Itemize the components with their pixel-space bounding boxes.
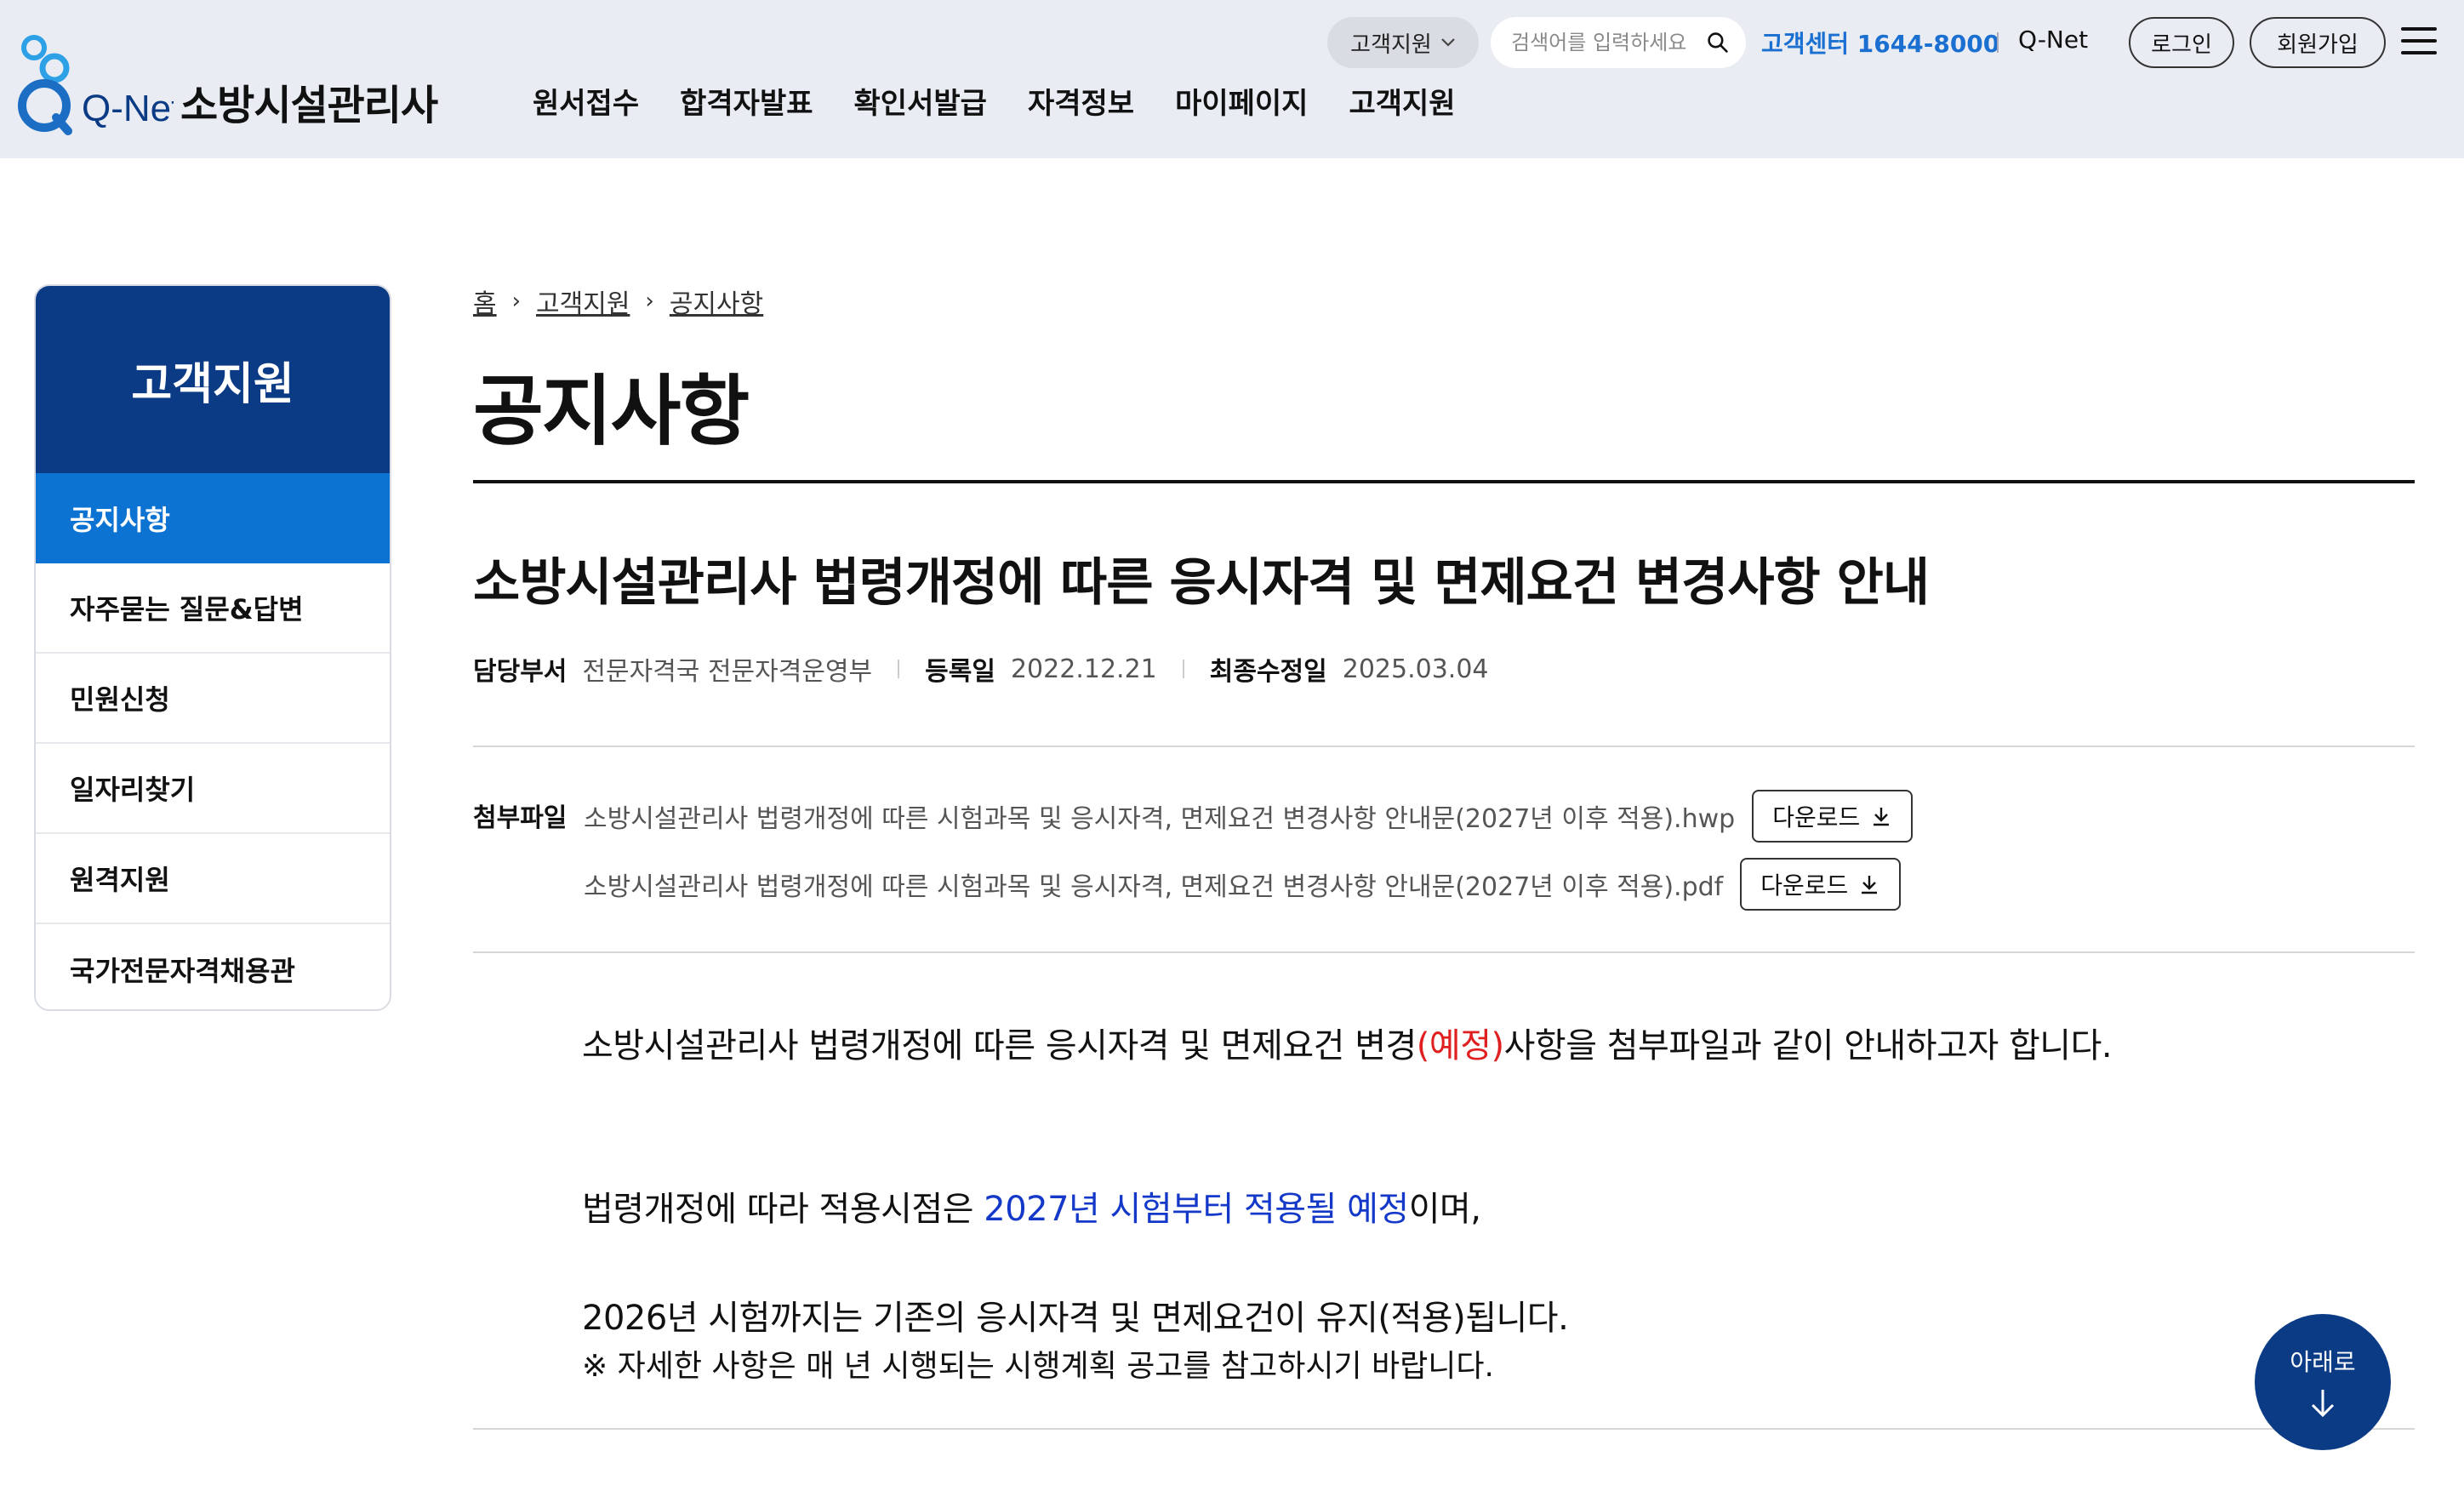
title-divider	[473, 480, 2415, 483]
logo-text: Q-Net	[82, 88, 174, 129]
attachment-divider-line	[473, 951, 2415, 953]
attachment-row: 소방시설관리사 법령개정에 따른 시험과목 및 응시자격, 면제요건 변경사항 …	[584, 858, 1902, 911]
download-button-label: 다운로드	[1772, 803, 1861, 831]
scroll-down-label: 아래로	[2290, 1348, 2356, 1376]
article-title: 소방시설관리사 법령개정에 따른 응시자격 및 면제요건 변경사항 안내	[473, 553, 1930, 613]
download-button[interactable]: 다운로드	[1740, 858, 1902, 911]
chevron-right-icon: ›	[645, 288, 654, 314]
nav-apply[interactable]: 원서접수	[533, 80, 639, 122]
support-dropdown-label: 고객지원	[1350, 31, 1432, 58]
scroll-down-button[interactable]: 아래로	[2255, 1314, 2391, 1450]
download-icon	[1874, 808, 1890, 826]
nav-certificates[interactable]: 확인서발급	[854, 80, 987, 122]
join-button[interactable]: 회원가입	[2250, 17, 2386, 68]
body-text-segment: 이며,	[1408, 1190, 1481, 1229]
breadcrumb: 홈 › 고객지원 › 공지사항	[473, 283, 763, 320]
chevron-right-icon: ›	[511, 288, 522, 314]
body-text-segment: 소방시설관리사 법령개정에 따른 응시자격 및 면제요건 변경	[582, 1026, 1417, 1065]
meta-divider	[898, 660, 900, 678]
body-text-emphasis-red: (예정)	[1416, 1026, 1504, 1065]
article-end-line	[473, 1428, 2415, 1430]
meta-divider-line	[473, 746, 2415, 747]
meta-divider	[1182, 660, 1184, 678]
attachment-filename[interactable]: 소방시설관리사 법령개정에 따른 시험과목 및 응시자격, 면제요건 변경사항 …	[584, 865, 1723, 903]
sidebar-item-remote-support[interactable]: 원격지원	[36, 834, 390, 924]
login-button[interactable]: 로그인	[2129, 17, 2234, 68]
search-icon[interactable]	[1707, 30, 1729, 55]
menu-icon-bar	[2401, 39, 2437, 43]
page-title: 공지사항	[473, 367, 750, 456]
meta-reg-label: 등록일	[925, 657, 995, 687]
meta-mod-value: 2025.03.04	[1342, 654, 1489, 684]
qnet-link[interactable]: Q-Net	[2018, 26, 2088, 54]
search-box	[1491, 17, 1746, 68]
support-dropdown[interactable]: 고객지원	[1327, 17, 1479, 68]
sidebar: 고객지원 공지사항 자주묻는 질문&답변 민원신청 일자리찾기 원격지원 국가전…	[34, 284, 391, 1011]
menu-icon-bar	[2401, 51, 2437, 54]
menu-icon[interactable]	[2401, 27, 2437, 56]
sidebar-item-civil-request[interactable]: 민원신청	[36, 654, 390, 744]
attachment-row: 소방시설관리사 법령개정에 따른 시험과목 및 응시자격, 면제요건 변경사항 …	[584, 790, 1914, 843]
download-button[interactable]: 다운로드	[1752, 790, 1914, 843]
sidebar-title: 고객지원	[36, 286, 390, 473]
body-text-segment: 사항을 첨부파일과 같이 안내하고자 합니다.	[1503, 1026, 2113, 1065]
breadcrumb-home[interactable]: 홈	[473, 283, 497, 320]
meta-reg-value: 2022.12.21	[1010, 654, 1157, 684]
breadcrumb-support[interactable]: 고객지원	[536, 283, 630, 320]
body-text-emphasis-blue: 2027년 시험부터 적용될 예정	[984, 1190, 1409, 1229]
article-body-line-1: 소방시설관리사 법령개정에 따른 응시자격 및 면제요건 변경(예정)사항을 첨…	[582, 1018, 2113, 1067]
header-divider	[1997, 32, 1999, 53]
meta-dept-value: 전문자격국 전문자격운영부	[582, 657, 873, 687]
site-header: Q-Net 소방시설관리사 원서접수 합격자발표 확인서발급 자격정보 마이페이…	[0, 0, 2464, 158]
qnet-logo[interactable]: Q-Net	[12, 32, 174, 138]
article-meta: 담당부서 전문자격국 전문자격운영부 등록일 2022.12.21 최종수정일 …	[473, 650, 1489, 688]
search-input[interactable]	[1511, 31, 1707, 54]
sidebar-item-jobs[interactable]: 일자리찾기	[36, 744, 390, 834]
nav-qualification-info[interactable]: 자격정보	[1028, 80, 1134, 122]
breadcrumb-notice[interactable]: 공지사항	[670, 283, 763, 320]
nav-mypage[interactable]: 마이페이지	[1175, 80, 1308, 122]
attachment-label: 첨부파일	[473, 803, 568, 833]
customer-center-phone[interactable]: 고객센터 1644-8000	[1761, 26, 1999, 60]
meta-mod-label: 최종수정일	[1209, 657, 1327, 687]
nav-support[interactable]: 고객지원	[1349, 80, 1455, 122]
attachment-filename[interactable]: 소방시설관리사 법령개정에 따른 시험과목 및 응시자격, 면제요건 변경사항 …	[584, 797, 1735, 835]
site-title[interactable]: 소방시설관리사	[180, 71, 438, 131]
article-body-line-3: 2026년 시험까지는 기존의 응시자격 및 면제요건이 유지(적용)됩니다.	[582, 1299, 1569, 1338]
nav-results[interactable]: 합격자발표	[680, 80, 813, 122]
body-text-segment: 법령개정에 따라 적용시점은	[582, 1190, 984, 1229]
arrow-down-icon	[2311, 1390, 2335, 1418]
sidebar-item-notice[interactable]: 공지사항	[36, 473, 390, 563]
sidebar-item-faq[interactable]: 자주묻는 질문&답변	[36, 563, 390, 654]
article-body-line-2: 법령개정에 따라 적용시점은 2027년 시험부터 적용될 예정이며,	[582, 1181, 1481, 1231]
article-note: ※ 자세한 사항은 매 년 시행되는 시행계획 공고를 참고하시기 바랍니다.	[582, 1349, 1494, 1384]
meta-dept-label: 담당부서	[473, 657, 568, 687]
download-icon	[1862, 876, 1878, 894]
sidebar-item-recruitment[interactable]: 국가전문자격채용관	[36, 924, 390, 1009]
chevron-down-icon	[1441, 38, 1455, 47]
download-button-label: 다운로드	[1760, 871, 1849, 900]
menu-icon-bar	[2401, 27, 2437, 31]
global-nav: 원서접수 합격자발표 확인서발급 자격정보 마이페이지 고객지원	[533, 80, 1497, 122]
